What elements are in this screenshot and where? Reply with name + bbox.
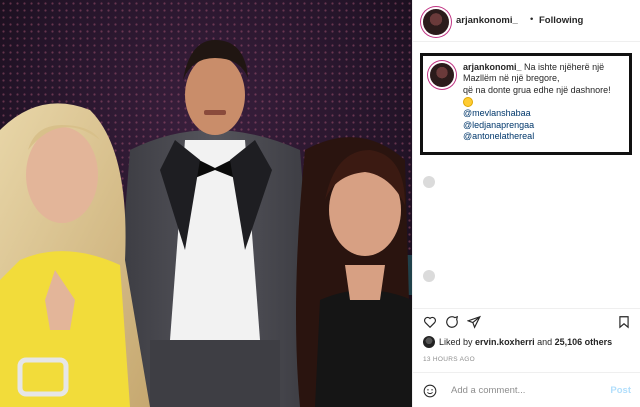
heart-icon[interactable]: [423, 315, 437, 329]
smirk-emoji-icon: [463, 97, 473, 108]
post-comment-button[interactable]: Post: [610, 385, 631, 396]
caption-line-3: që na donte grua edhe një dashnore!: [463, 84, 611, 95]
action-bar: [413, 308, 640, 333]
caption-line-2: Mazllëm në një bregore,: [463, 73, 560, 84]
following-button[interactable]: Following: [539, 15, 583, 26]
mention-link[interactable]: @mevlanshabaa: [463, 108, 627, 119]
mention-link[interactable]: @ledjanaprengaa: [463, 120, 627, 131]
mention-link[interactable]: @antonelathereal: [463, 131, 627, 142]
comment-avatar[interactable]: [423, 270, 435, 282]
post-photo[interactable]: [0, 0, 412, 407]
comment-icon[interactable]: [445, 315, 459, 329]
likes-text: Liked by ervin.koxherri and 25,106 other…: [439, 337, 612, 347]
post-timestamp[interactable]: 13 HOURS AGO: [423, 356, 475, 363]
post-image: [0, 0, 412, 407]
bookmark-icon[interactable]: [617, 315, 631, 329]
likes-summary: Liked by ervin.koxherri and 25,106 other…: [423, 336, 638, 350]
caption-text: arjankonomi_ Na ishte njëherë një Mazllë…: [463, 62, 627, 142]
header-separator: •: [530, 14, 534, 25]
caption-author-avatar[interactable]: [430, 63, 454, 87]
liker-username[interactable]: ervin.koxherri: [475, 337, 535, 347]
caption-line-1: Na ishte njëherë një: [524, 62, 605, 72]
likes-count[interactable]: 25,106 others: [555, 337, 613, 347]
liker-avatar[interactable]: [423, 336, 435, 348]
likes-prefix: Liked by: [439, 337, 473, 347]
caption-highlight-box: arjankonomi_ Na ishte njëherë një Mazllë…: [420, 53, 632, 155]
post-header: arjankonomi_ • Following: [413, 0, 640, 42]
post-sidebar: arjankonomi_ • Following arjankonomi_ Na…: [412, 0, 640, 407]
author-username[interactable]: arjankonomi_: [456, 15, 518, 26]
author-avatar[interactable]: [423, 9, 449, 35]
smile-icon[interactable]: [423, 384, 437, 398]
comment-input[interactable]: Add a comment...: [451, 385, 525, 396]
comment-avatar[interactable]: [423, 176, 435, 188]
likes-and: and: [537, 337, 553, 347]
share-icon[interactable]: [467, 315, 481, 329]
caption-username[interactable]: arjankonomi_: [463, 62, 522, 72]
comment-form: Add a comment... Post: [413, 372, 640, 407]
